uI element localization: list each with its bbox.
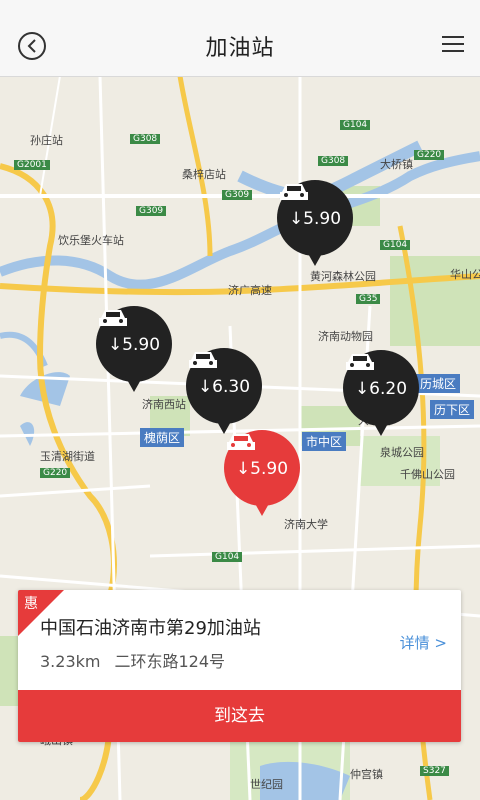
car-icon — [227, 434, 255, 450]
map-label: 仲宫镇 — [350, 768, 383, 781]
district-label: 历下区 — [430, 400, 475, 419]
gas-station-marker[interactable]: ↓6.20 — [343, 350, 419, 444]
discount-badge: 惠 — [24, 596, 38, 612]
road-tag: G220 — [40, 468, 71, 478]
station-name: 中国石油济南市第29加油站 — [40, 618, 261, 639]
road-tag: G104 — [212, 552, 243, 562]
station-card[interactable]: 惠 中国石油济南市第29加油站 3.23km 二环东路124号 详情 > 到这去 — [18, 590, 461, 742]
car-icon — [189, 352, 217, 368]
road-tag: G309 — [136, 206, 167, 216]
road-tag: G104 — [340, 120, 371, 130]
price-label: ↓6.30 — [197, 377, 251, 397]
map-label: 孙庄站 — [30, 134, 63, 147]
map-label: 大桥镇 — [380, 158, 413, 171]
station-meta: 3.23km 二环东路124号 — [40, 648, 225, 672]
map-label: 桑梓店站 — [182, 168, 226, 181]
station-distance: 3.23km — [40, 652, 101, 671]
gas-station-marker[interactable]: ↓5.90 — [96, 306, 172, 400]
page-title: 加油站 — [205, 36, 275, 61]
price-label: ↓5.90 — [107, 335, 161, 355]
map-label: 济广高速 — [228, 284, 272, 297]
map-label: 华山公园 — [450, 268, 480, 281]
gas-station-marker[interactable]: ↓5.90 — [277, 180, 353, 274]
map-label: 世纪园 — [250, 778, 283, 791]
district-label: 历城区 — [416, 374, 461, 393]
road-tag: G2001 — [14, 160, 50, 170]
station-address: 二环东路124号 — [114, 652, 226, 671]
top-bar: 加油站 — [0, 0, 480, 77]
map-label: 玉清湖街道 — [40, 450, 95, 463]
map-label: 泉城公园 — [380, 446, 424, 459]
district-label: 槐荫区 — [140, 428, 185, 447]
district-label: 市中区 — [302, 432, 347, 451]
price-label: ↓6.20 — [354, 379, 408, 399]
price-label: ↓5.90 — [235, 459, 289, 479]
car-icon — [346, 354, 374, 370]
gas-station-marker-selected[interactable]: ↓5.90 — [224, 430, 300, 524]
road-tag: G308 — [318, 156, 349, 166]
gas-station-marker[interactable]: ↓6.30 — [186, 348, 262, 442]
road-tag: G308 — [130, 134, 161, 144]
map-label: 千佛山公园 — [400, 468, 455, 481]
map-label: 饮乐堡火车站 — [58, 234, 124, 247]
menu-button[interactable] — [442, 34, 464, 54]
road-tag: G104 — [380, 240, 411, 250]
car-icon — [99, 310, 127, 326]
road-tag: G220 — [414, 150, 445, 160]
road-tag: G309 — [222, 190, 253, 200]
price-label: ↓5.90 — [288, 209, 342, 229]
road-tag: G35 — [356, 294, 381, 304]
hamburger-icon — [442, 36, 464, 38]
car-icon — [280, 184, 308, 200]
map-label: 济南动物园 — [318, 330, 373, 343]
navigate-button[interactable]: 到这去 — [18, 690, 461, 742]
road-tag: S327 — [420, 766, 449, 776]
detail-link[interactable]: 详情 > — [400, 632, 447, 653]
